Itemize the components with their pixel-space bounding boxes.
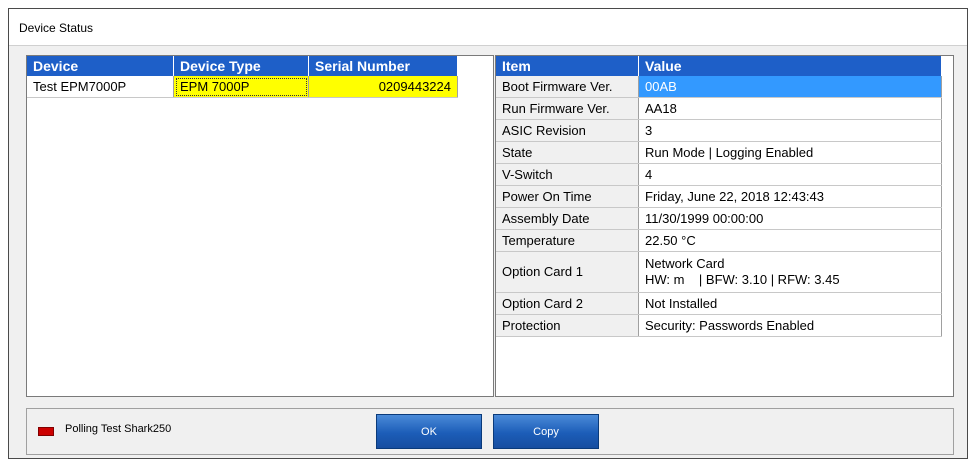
device-properties-grid[interactable]: Item Value Boot Firmware Ver. 00AB Run F… — [495, 55, 954, 397]
properties-table-header: Item Value — [496, 56, 942, 76]
option-card-1-details: HW: m | BFW: 3.10 | RFW: 3.45 — [645, 272, 840, 287]
property-item-cell: Assembly Date — [496, 207, 639, 230]
property-item-cell: Run Firmware Ver. — [496, 97, 639, 120]
property-item-cell: State — [496, 141, 639, 164]
device-status-dialog: Device Status Device Device Type Serial … — [8, 8, 968, 459]
property-item-cell: Option Card 2 — [496, 292, 639, 315]
property-value-cell[interactable]: Friday, June 22, 2018 12:43:43 — [638, 185, 942, 208]
device-type-cell[interactable]: EPM 7000P — [173, 76, 309, 98]
property-value-cell[interactable]: Security: Passwords Enabled — [638, 314, 942, 337]
property-value-cell[interactable]: 3 — [638, 119, 942, 142]
property-value-cell[interactable]: 22.50 °C — [638, 229, 942, 252]
column-header-value[interactable]: Value — [638, 56, 942, 76]
option-card-1-name: Network Card — [645, 256, 725, 271]
property-row[interactable]: State Run Mode | Logging Enabled — [496, 141, 942, 164]
column-header-device-type[interactable]: Device Type — [173, 56, 309, 76]
property-row[interactable]: Option Card 2 Not Installed — [496, 292, 942, 315]
property-item-cell: ASIC Revision — [496, 119, 639, 142]
serial-number-cell[interactable]: 0209443224 — [308, 76, 458, 98]
properties-table: Item Value Boot Firmware Ver. 00AB Run F… — [496, 56, 942, 337]
property-item-cell: Protection — [496, 314, 639, 337]
property-row[interactable]: Power On Time Friday, June 22, 2018 12:4… — [496, 185, 942, 208]
status-bar: Polling Test Shark250 — [26, 408, 954, 455]
property-item-cell: V-Switch — [496, 163, 639, 186]
property-row[interactable]: Protection Security: Passwords Enabled — [496, 314, 942, 337]
property-row[interactable]: V-Switch 4 — [496, 163, 942, 186]
column-header-device[interactable]: Device — [27, 56, 174, 76]
polling-indicator-icon — [38, 427, 54, 436]
column-header-serial-number[interactable]: Serial Number — [308, 56, 458, 76]
property-row[interactable]: ASIC Revision 3 — [496, 119, 942, 142]
property-row[interactable]: Option Card 1 Network Card HW: m | BFW: … — [496, 251, 942, 293]
property-item-cell: Temperature — [496, 229, 639, 252]
property-value-cell[interactable]: 4 — [638, 163, 942, 186]
property-item-cell: Boot Firmware Ver. — [496, 76, 639, 98]
property-item-cell: Option Card 1 — [496, 251, 639, 293]
ok-button[interactable]: OK — [376, 414, 482, 449]
dialog-client-area: Device Device Type Serial Number Test EP… — [9, 46, 967, 458]
property-row[interactable]: Temperature 22.50 °C — [496, 229, 942, 252]
column-header-item[interactable]: Item — [496, 56, 639, 76]
copy-button[interactable]: Copy — [493, 414, 599, 449]
property-value-cell[interactable]: AA18 — [638, 97, 942, 120]
title-bar: Device Status — [9, 9, 967, 46]
property-value-cell[interactable]: 11/30/1999 00:00:00 — [638, 207, 942, 230]
device-name-cell[interactable]: Test EPM7000P — [27, 76, 174, 98]
property-item-cell: Power On Time — [496, 185, 639, 208]
property-value-cell[interactable]: Not Installed — [638, 292, 942, 315]
polling-status-label: Polling Test Shark250 — [65, 423, 172, 435]
device-row[interactable]: Test EPM7000P EPM 7000P 0209443224 — [27, 76, 458, 98]
property-value-cell[interactable]: Run Mode | Logging Enabled — [638, 141, 942, 164]
property-value-cell[interactable]: Network Card HW: m | BFW: 3.10 | RFW: 3.… — [638, 251, 942, 293]
device-table-header: Device Device Type Serial Number — [27, 56, 458, 76]
property-row[interactable]: Boot Firmware Ver. 00AB — [496, 76, 942, 98]
property-value-cell[interactable]: 00AB — [638, 76, 942, 98]
device-list-grid[interactable]: Device Device Type Serial Number Test EP… — [26, 55, 494, 397]
window-title: Device Status — [19, 21, 94, 35]
device-table: Device Device Type Serial Number Test EP… — [27, 56, 458, 98]
property-row[interactable]: Run Firmware Ver. AA18 — [496, 97, 942, 120]
property-row[interactable]: Assembly Date 11/30/1999 00:00:00 — [496, 207, 942, 230]
